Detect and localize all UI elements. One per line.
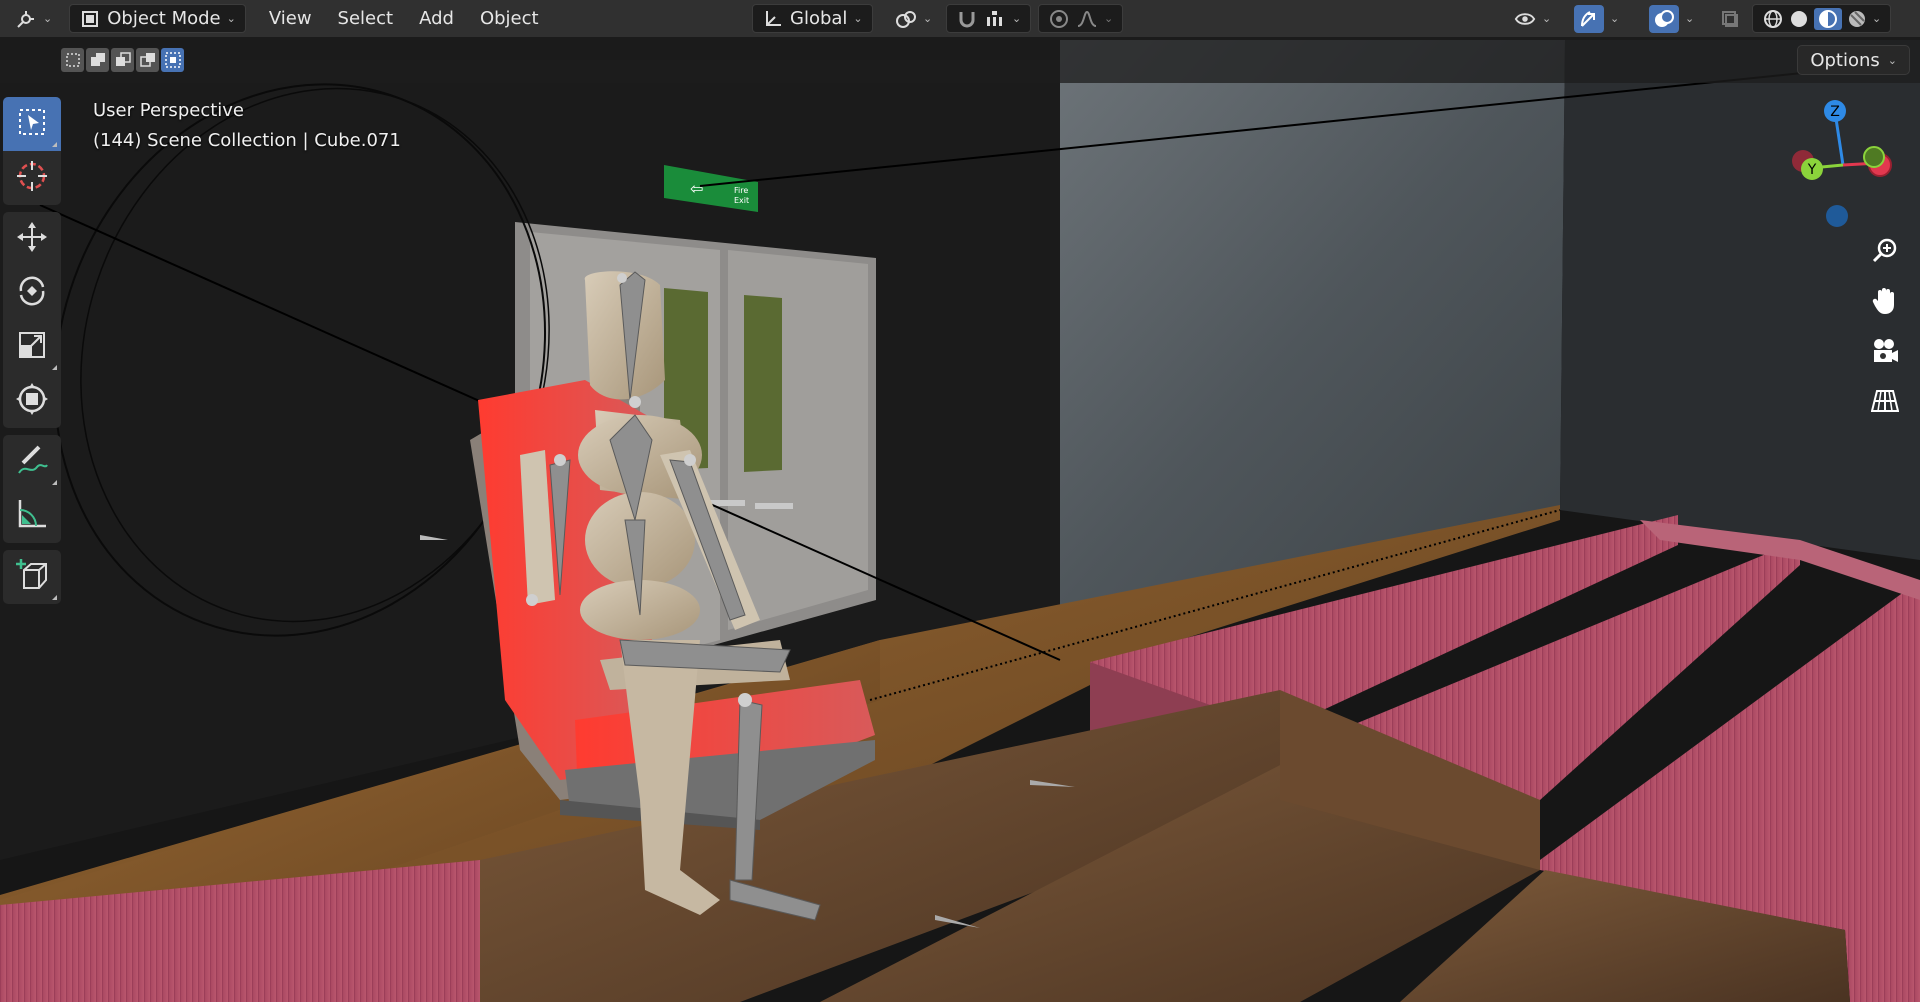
annotate-icon	[15, 443, 49, 481]
snap-increment-icon	[984, 8, 1006, 30]
camera-view-button[interactable]	[1862, 330, 1908, 376]
proportional-icon	[1048, 8, 1070, 30]
tool-settings-bar: Options ⌄	[0, 37, 1920, 83]
mode-label: Object Mode	[107, 8, 221, 29]
zoom-button[interactable]	[1862, 230, 1908, 276]
exit-sign-line2: Exit	[734, 196, 749, 205]
axis-neg-y-handle[interactable]	[1863, 146, 1885, 168]
menu-select[interactable]: Select	[325, 4, 407, 33]
orientation-axes-icon	[762, 8, 784, 30]
svg-text:⇦: ⇦	[690, 179, 703, 198]
solid-shading-icon[interactable]	[1788, 8, 1810, 30]
axis-z-label: Z	[1830, 104, 1840, 120]
wireframe-shading-icon[interactable]	[1762, 8, 1784, 30]
scale-tool[interactable]	[3, 320, 61, 374]
select-subtract-icon[interactable]	[111, 48, 134, 72]
shading-modes: ⌄	[1752, 4, 1892, 33]
gizmo-toggle[interactable]: ⌄	[1565, 4, 1628, 33]
chevron-down-icon: ⌄	[1104, 12, 1114, 25]
blender-window: ⇦ Fire Exit ⌄ Object Mode ⌄ View Select …	[0, 0, 1920, 1002]
navigation-gizmo[interactable]: Y Z	[1770, 95, 1900, 235]
pivot-point-button[interactable]: ⌄	[886, 4, 941, 33]
header-menus: View Select Add Object	[256, 4, 552, 33]
select-box-tool[interactable]	[3, 97, 61, 151]
pan-hand-icon	[1871, 286, 1899, 320]
chevron-down-icon: ⌄	[1887, 53, 1897, 67]
chevron-down-icon: ⌄	[1012, 12, 1022, 25]
gizmo-icon	[1574, 4, 1604, 33]
select-extend-icon[interactable]	[86, 48, 109, 72]
chevron-down-icon: ⌄	[1542, 12, 1552, 25]
selection-mode-group	[60, 47, 185, 73]
transform-icon	[15, 382, 49, 420]
select-invert-icon[interactable]	[136, 48, 159, 72]
grid-view-icon	[1870, 387, 1900, 419]
overlays-toggle[interactable]: ⌄	[1640, 4, 1703, 33]
chevron-down-icon: ⌄	[226, 12, 236, 25]
snap-toggle[interactable]: ⌄	[946, 4, 1032, 33]
chevron-down-icon: ⌄	[853, 12, 863, 25]
tool-group-annotate	[3, 435, 61, 543]
measure-tool[interactable]	[3, 489, 61, 543]
camera-icon	[1870, 337, 1900, 369]
tool-shelf	[3, 97, 61, 611]
object-mode-icon	[79, 8, 101, 30]
pan-button[interactable]	[1862, 280, 1908, 326]
select-set-icon[interactable]	[61, 48, 84, 72]
rendered-shading-icon[interactable]	[1846, 8, 1868, 30]
collection-label: (144) Scene Collection | Cube.071	[93, 130, 401, 151]
editor-type-button[interactable]: ⌄	[6, 4, 61, 33]
rotate-icon	[15, 274, 49, 312]
rotate-tool[interactable]	[3, 266, 61, 320]
xray-toggle[interactable]	[1710, 4, 1750, 33]
falloff-curve-icon	[1076, 8, 1098, 30]
viewport-info: User Perspective (144) Scene Collection …	[93, 96, 401, 156]
proportional-edit-toggle[interactable]: ⌄	[1038, 4, 1124, 33]
exit-sign-line1: Fire	[734, 186, 748, 195]
tool-group-transform	[3, 212, 61, 428]
chevron-down-icon[interactable]: ⌄	[1872, 12, 1881, 25]
mode-selector[interactable]: Object Mode ⌄	[69, 4, 246, 33]
pivot-icon	[895, 8, 917, 30]
magnet-icon	[956, 8, 978, 30]
chevron-down-icon: ⌄	[1610, 12, 1620, 25]
orientation-label: Global	[790, 8, 848, 29]
move-tool[interactable]	[3, 212, 61, 266]
move-icon	[15, 220, 49, 258]
menu-add[interactable]: Add	[406, 4, 467, 33]
perspective-label: User Perspective	[93, 100, 244, 121]
cursor-icon	[15, 159, 49, 197]
menu-view[interactable]: View	[256, 4, 325, 33]
add-cube-tool[interactable]	[3, 550, 61, 604]
ortho-toggle-button[interactable]	[1862, 380, 1908, 426]
add-cube-icon	[15, 558, 49, 596]
axis-neg-z-handle[interactable]	[1826, 205, 1848, 227]
axis-y-label: Y	[1807, 162, 1817, 178]
options-dropdown[interactable]: Options ⌄	[1797, 45, 1910, 75]
chevron-down-icon: ⌄	[923, 12, 933, 25]
transform-tool[interactable]	[3, 374, 61, 428]
tool-group-add	[3, 550, 61, 604]
measure-icon	[15, 497, 49, 535]
chevron-down-icon: ⌄	[43, 12, 53, 25]
material-shading-icon[interactable]	[1814, 7, 1842, 30]
zoom-icon	[1871, 237, 1899, 269]
annotate-tool[interactable]	[3, 435, 61, 489]
tool-group-select	[3, 97, 61, 205]
select-intersect-icon[interactable]	[161, 48, 184, 72]
options-label: Options	[1810, 49, 1880, 71]
menu-object[interactable]: Object	[467, 4, 552, 33]
xray-icon	[1719, 8, 1741, 30]
viewport-header: ⌄ Object Mode ⌄ View Select Add Object G…	[0, 0, 1920, 37]
chevron-down-icon: ⌄	[1685, 12, 1695, 25]
view3d-icon	[15, 8, 37, 30]
select-box-icon	[17, 107, 47, 141]
viewport-nav-buttons	[1862, 230, 1912, 430]
transform-orientation-selector[interactable]: Global ⌄	[752, 4, 873, 33]
cursor-tool[interactable]	[3, 151, 61, 205]
scale-icon	[17, 330, 47, 364]
visibility-button[interactable]: ⌄	[1505, 4, 1560, 33]
eye-icon	[1514, 8, 1536, 30]
overlays-icon	[1649, 4, 1679, 33]
